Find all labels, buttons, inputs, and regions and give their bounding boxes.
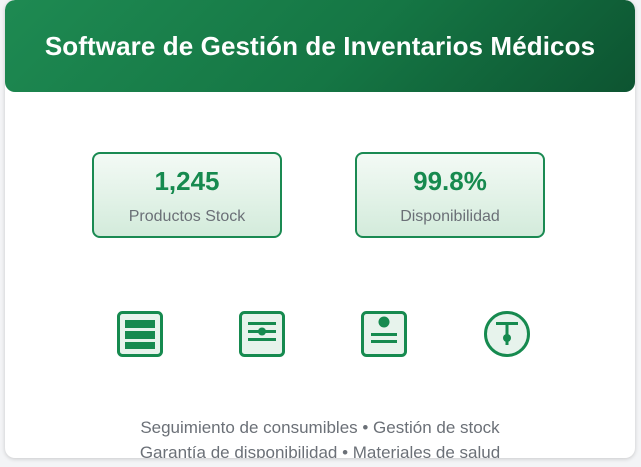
sliders-settings-icon: [239, 311, 285, 357]
tracking-pin-icon: [484, 311, 530, 357]
storage-shelves-icon: [117, 311, 163, 357]
stat-label-availability: Disponibilidad: [400, 208, 500, 225]
page-title: Software de Gestión de Inventarios Médic…: [44, 30, 596, 61]
stat-value-availability: 99.8%: [413, 166, 487, 196]
main-card: Software de Gestión de Inventarios Médic…: [5, 0, 635, 458]
stat-value-products: 1,245: [154, 166, 220, 196]
stat-card-products: 1,245 Productos Stock: [92, 152, 282, 238]
stat-label-products: Productos Stock: [128, 208, 246, 225]
footer-line-2: Garantía de disponibilidad • Materiales …: [139, 443, 501, 458]
id-badge-icon: [361, 311, 407, 357]
footer-line-1: Seguimiento de consumibles • Gestión de …: [140, 418, 500, 437]
stat-card-availability: 99.8% Disponibilidad: [355, 152, 545, 238]
header-banner: Software de Gestión de Inventarios Médic…: [5, 0, 635, 92]
